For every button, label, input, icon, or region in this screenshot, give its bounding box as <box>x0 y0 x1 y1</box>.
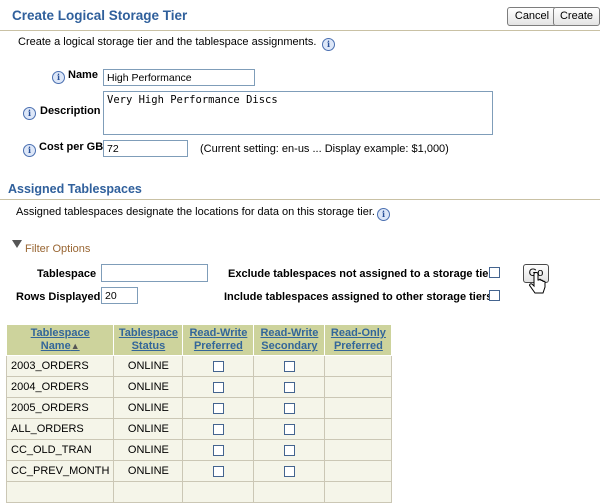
exclude-label: Exclude tablespaces not assigned to a st… <box>228 268 493 280</box>
page-title: Create Logical Storage Tier <box>12 8 188 23</box>
info-icon[interactable]: i <box>322 38 335 51</box>
assigned-description: Assigned tablespaces designate the locat… <box>16 206 375 218</box>
info-icon[interactable]: i <box>52 71 65 84</box>
tablespace-input[interactable] <box>101 264 208 282</box>
table-row: 2003_ORDERS ONLINE <box>5 355 393 377</box>
rw-preferred-checkbox[interactable] <box>212 423 224 435</box>
include-checkbox[interactable] <box>489 290 500 301</box>
rw-secondary-checkbox[interactable] <box>283 444 295 456</box>
tablespace-name-cell <box>5 481 115 503</box>
tablespaces-table: Tablespace Name▲ Tablespace Status Read-Wr… <box>5 324 393 503</box>
section-divider <box>0 199 600 200</box>
name-input[interactable]: High Performance <box>103 69 255 86</box>
include-label: Include tablespaces assigned to other st… <box>224 291 493 303</box>
tablespace-status-cell: ONLINE <box>113 439 184 461</box>
table-row: CC_OLD_TRAN ONLINE <box>5 439 393 461</box>
description-label: Description <box>40 105 101 117</box>
rw-preferred-checkbox[interactable] <box>212 381 224 393</box>
filter-options-toggle[interactable]: Filter Options <box>25 243 90 255</box>
table-row: 2005_ORDERS ONLINE <box>5 397 393 419</box>
rows-displayed-input[interactable]: 20 <box>101 287 138 304</box>
rw-secondary-checkbox[interactable] <box>283 402 295 414</box>
column-header-ro-preferred[interactable]: Read-Only Preferred <box>324 324 393 356</box>
intro-text: Create a logical storage tier and the ta… <box>18 36 317 48</box>
exclude-checkbox[interactable] <box>489 267 500 278</box>
tablespace-status-cell: ONLINE <box>113 376 184 398</box>
column-header-rw-preferred[interactable]: Read-Write Preferred <box>182 324 255 356</box>
info-icon[interactable]: i <box>23 107 36 120</box>
cost-hint: (Current setting: en-us ... Display exam… <box>200 143 449 155</box>
triangle-down-icon[interactable] <box>12 240 22 248</box>
table-row: CC_PREV_MONTH ONLINE <box>5 460 393 482</box>
tablespace-status-cell: ONLINE <box>113 355 184 377</box>
column-header-status[interactable]: Tablespace Status <box>113 324 184 356</box>
table-row <box>5 481 393 503</box>
tablespace-label: Tablespace <box>37 268 97 280</box>
cancel-button[interactable]: Cancel <box>507 7 557 26</box>
table-row: 2004_ORDERS ONLINE <box>5 376 393 398</box>
hand-cursor-icon <box>529 272 546 294</box>
info-icon[interactable]: i <box>23 144 36 157</box>
name-label: Name <box>68 69 98 81</box>
description-textarea[interactable]: Very High Performance Discs <box>103 91 493 135</box>
cost-label: Cost per GB <box>39 141 104 153</box>
section-heading: Assigned Tablespaces <box>8 182 142 196</box>
tablespace-name-cell: 2005_ORDERS <box>5 397 115 419</box>
table-row: ALL_ORDERS ONLINE <box>5 418 393 440</box>
info-icon[interactable]: i <box>377 208 390 221</box>
rw-secondary-checkbox[interactable] <box>283 423 295 435</box>
tablespace-status-cell: ONLINE <box>113 397 184 419</box>
column-header-name[interactable]: Tablespace Name▲ <box>5 324 115 356</box>
rw-preferred-checkbox[interactable] <box>212 402 224 414</box>
tablespace-status-cell: ONLINE <box>113 418 184 440</box>
rw-secondary-checkbox[interactable] <box>283 381 295 393</box>
tablespace-name-cell: 2004_ORDERS <box>5 376 115 398</box>
rw-preferred-checkbox[interactable] <box>212 360 224 372</box>
rw-preferred-checkbox[interactable] <box>212 465 224 477</box>
rows-displayed-label: Rows Displayed <box>16 291 101 303</box>
tablespace-status-cell <box>113 481 184 503</box>
header-divider <box>0 30 600 31</box>
tablespace-status-cell: ONLINE <box>113 460 184 482</box>
create-button[interactable]: Create <box>553 7 600 26</box>
column-header-rw-secondary[interactable]: Read-Write Secondary <box>253 324 326 356</box>
tablespace-name-cell: ALL_ORDERS <box>5 418 115 440</box>
tablespace-name-cell: CC_OLD_TRAN <box>5 439 115 461</box>
rw-secondary-checkbox[interactable] <box>283 465 295 477</box>
cost-input[interactable]: 72 <box>103 140 188 157</box>
tablespace-name-cell: CC_PREV_MONTH <box>5 460 115 482</box>
tablespace-name-cell: 2003_ORDERS <box>5 355 115 377</box>
rw-preferred-checkbox[interactable] <box>212 444 224 456</box>
sort-ascending-icon: ▲ <box>70 341 80 351</box>
rw-secondary-checkbox[interactable] <box>283 360 295 372</box>
